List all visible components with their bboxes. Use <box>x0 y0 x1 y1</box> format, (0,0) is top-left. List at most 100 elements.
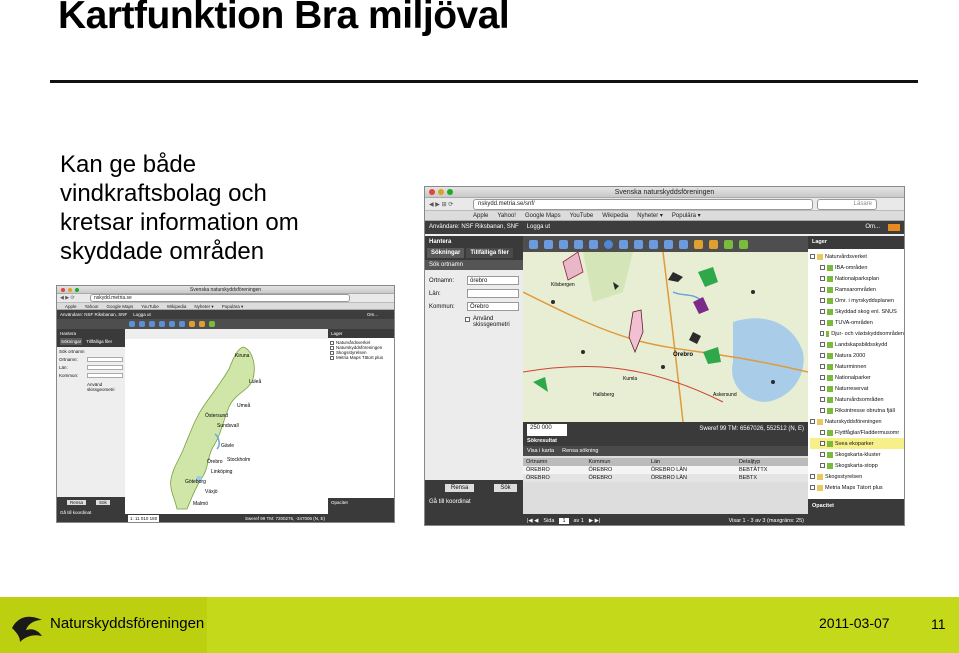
map-tool-icon[interactable] <box>199 321 205 327</box>
table-row[interactable]: ÖREBRO ÖREBRO ÖREBRO LÄN BEBTÄTTX <box>523 466 808 474</box>
layer-checkbox[interactable] <box>820 452 825 457</box>
scale-field[interactable]: 250 000 <box>527 424 567 436</box>
first-page-icon[interactable]: |◀ ◀ <box>527 518 538 524</box>
clear-button[interactable]: Rensa <box>67 500 87 505</box>
scale-field[interactable]: 1: 11 010 180 <box>128 515 160 522</box>
show-in-map-button[interactable]: Visa i karta <box>527 448 554 454</box>
layer-checkbox[interactable] <box>820 287 825 292</box>
nav-arrows-icon[interactable]: ◀ ▶ ⊞ ⟳ <box>429 201 469 208</box>
column-header[interactable]: Län <box>648 458 736 466</box>
layer-checkbox[interactable] <box>820 342 825 347</box>
sketch-checkbox[interactable]: Använd skissgeometri <box>59 382 119 392</box>
layer-checkbox[interactable] <box>820 353 825 358</box>
layer-item[interactable]: Naturvårdsverket <box>810 251 904 262</box>
county-select[interactable] <box>87 365 123 370</box>
layer-checkbox[interactable] <box>810 485 815 490</box>
map-view[interactable]: Kiruna Luleå Umeå Östersund Sundsvall Gä… <box>125 339 328 514</box>
bookmark-item[interactable]: Google Maps <box>106 303 133 309</box>
window-buttons-icon[interactable] <box>429 187 453 197</box>
bookmark-item[interactable]: Populära ▾ <box>222 303 244 309</box>
map-tool-icon[interactable] <box>179 321 185 327</box>
place-input[interactable] <box>87 357 123 362</box>
map-tool-icon[interactable] <box>129 321 135 327</box>
bookmark-item[interactable]: Nyheter ▾ <box>194 303 213 309</box>
bookmark-item[interactable]: Wikipedia <box>602 211 628 220</box>
bookmark-item[interactable]: Apple <box>473 211 488 220</box>
measure-icon[interactable] <box>619 239 628 249</box>
layer-item[interactable]: Skogskarta-stopp <box>810 460 904 471</box>
layer-item[interactable]: Nationalparker <box>810 372 904 383</box>
bookmark-item[interactable]: YouTube <box>570 211 594 220</box>
page-input[interactable]: 1 <box>559 517 569 524</box>
zoom-box-icon[interactable] <box>574 239 583 249</box>
print-icon[interactable] <box>664 239 673 249</box>
layer-item[interactable]: Naturskyddsföreningen <box>810 416 904 427</box>
layer-checkbox[interactable] <box>820 408 825 413</box>
bookmark-item[interactable]: Apple <box>65 303 77 309</box>
zoom-out-icon[interactable] <box>559 239 568 249</box>
layer-item[interactable]: Metria Maps Tätort plus <box>330 355 394 360</box>
export-icon[interactable] <box>679 239 688 249</box>
tab-searches[interactable]: Sökningar <box>60 338 83 345</box>
select-icon[interactable] <box>649 239 658 249</box>
table-row[interactable]: ÖREBRO ÖREBRO ÖREBRO LÄN BEBTX <box>523 474 808 482</box>
zoom-in-icon[interactable] <box>544 239 553 249</box>
layer-checkbox[interactable] <box>820 320 825 325</box>
map-tool-icon[interactable] <box>189 321 195 327</box>
draw-line-icon[interactable] <box>709 239 718 249</box>
about-link[interactable]: Om... <box>865 221 880 234</box>
logout-link[interactable]: Logga ut <box>527 221 550 234</box>
map-tool-icon[interactable] <box>139 321 145 327</box>
layer-item[interactable]: Djur- och växtskyddsområden <box>810 328 904 339</box>
layer-checkbox[interactable] <box>820 331 824 336</box>
layer-checkbox[interactable] <box>820 430 825 435</box>
layer-checkbox[interactable] <box>820 397 825 402</box>
goto-coordinate-link[interactable]: Gå till koordinat <box>425 496 523 508</box>
county-select[interactable] <box>467 289 519 298</box>
layer-checkbox[interactable] <box>820 463 825 468</box>
layer-item[interactable]: IBA-områden <box>810 262 904 273</box>
layer-item[interactable]: Riksintresse obrutna fjäll <box>810 405 904 416</box>
map-tool-icon[interactable] <box>149 321 155 327</box>
layer-item[interactable]: Naturminnen <box>810 361 904 372</box>
extent-icon[interactable] <box>589 239 598 249</box>
map-tool-icon[interactable] <box>169 321 175 327</box>
layer-item[interactable]: Landskapsbildsskydd <box>810 339 904 350</box>
column-header[interactable]: Detaljtyp <box>736 458 808 466</box>
url-field[interactable]: nskydd.metria.se/snf/ <box>473 198 813 210</box>
search-button[interactable]: Sök <box>96 500 110 505</box>
layer-item[interactable]: Metria Maps Tätort plus <box>810 482 904 493</box>
layer-item[interactable]: Naturvårdsområden <box>810 394 904 405</box>
tab-searches[interactable]: Sökningar <box>427 248 465 258</box>
column-header[interactable]: Kommun <box>585 458 647 466</box>
layer-item[interactable]: Skyddad skog enl. SNUS <box>810 306 904 317</box>
column-header[interactable]: Ortnamn <box>523 458 585 466</box>
draw-polygon-icon[interactable] <box>724 239 733 249</box>
layer-checkbox[interactable] <box>810 474 815 479</box>
window-buttons-icon[interactable] <box>61 286 79 293</box>
layer-checkbox[interactable] <box>820 309 825 314</box>
map-view[interactable]: Kilsbergen Örebro Kumla Hallsberg Askers… <box>523 252 808 422</box>
pan-tool-icon[interactable] <box>529 239 538 249</box>
layer-checkbox[interactable] <box>820 276 825 281</box>
nav-arrows-icon[interactable]: ◀ ▶ ⟳ <box>60 295 90 301</box>
layer-item[interactable]: TUVA-områden <box>810 317 904 328</box>
layer-checkbox[interactable] <box>820 265 825 270</box>
draw-point-icon[interactable] <box>694 239 703 249</box>
layer-item[interactable]: Skogskarta-kluster <box>810 449 904 460</box>
layer-item[interactable]: Nationalparksplan <box>810 273 904 284</box>
url-field[interactable]: nskydd.metria.se <box>90 294 350 302</box>
sketch-checkbox[interactable] <box>465 317 470 322</box>
layer-item[interactable]: Flyttfåglar/Fladdermusomr <box>810 427 904 438</box>
place-input[interactable]: örebro <box>467 276 519 285</box>
info-icon[interactable] <box>604 239 613 249</box>
about-link[interactable]: Om... <box>367 310 378 319</box>
layer-checkbox[interactable] <box>820 298 825 303</box>
layer-item[interactable]: Omr. i myrskyddsplanen <box>810 295 904 306</box>
layer-item[interactable]: Ramsarområden <box>810 284 904 295</box>
layer-checkbox[interactable] <box>820 364 825 369</box>
map-tool-icon[interactable] <box>209 321 215 327</box>
bookmark-item[interactable]: Google Maps <box>525 211 561 220</box>
bookmark-item[interactable]: YouTube <box>141 303 159 309</box>
clear-button[interactable]: Rensa <box>445 484 475 492</box>
